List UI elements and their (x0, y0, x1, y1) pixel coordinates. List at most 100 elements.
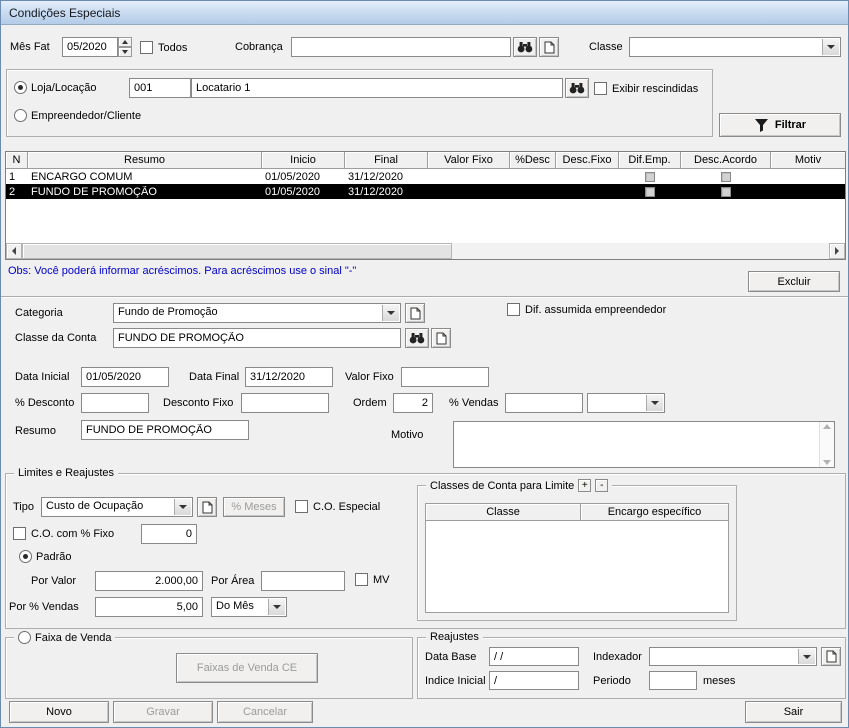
chevron-down-icon[interactable] (174, 499, 191, 515)
loja-locacao-label: Loja/Locação (31, 82, 97, 94)
cobranca-label: Cobrança (235, 41, 283, 53)
chevron-down-icon[interactable] (268, 599, 285, 615)
chevron-down-icon[interactable] (822, 39, 839, 55)
pct-meses-button[interactable]: % Meses (223, 497, 285, 517)
pct-desconto-input[interactable] (81, 393, 149, 413)
loja-locacao-radio[interactable] (14, 81, 27, 94)
classe-conta-new-button[interactable] (431, 328, 451, 348)
mes-fat-spinner[interactable] (118, 37, 132, 57)
col-header-desc-acordo: Desc.Acordo (681, 152, 771, 169)
por-pct-vendas-input[interactable] (95, 597, 203, 617)
mes-fat-input[interactable] (62, 37, 118, 57)
data-final-input[interactable] (245, 367, 333, 387)
cobranca-input[interactable] (291, 37, 511, 57)
desconto-fixo-input[interactable] (241, 393, 329, 413)
exibir-rescindidas-checkbox[interactable] (594, 82, 607, 95)
new-document-icon (410, 307, 420, 319)
por-area-label: Por Área (211, 575, 255, 587)
mes-fat-label: Mês Fat (10, 41, 50, 53)
cobranca-search-button[interactable] (513, 37, 537, 57)
gravar-label: Gravar (146, 706, 180, 718)
filtrar-button[interactable]: Filtrar (719, 113, 841, 137)
excluir-button[interactable]: Excluir (748, 271, 840, 292)
classe-conta-search-button[interactable] (405, 328, 429, 348)
padrao-radio[interactable] (19, 550, 32, 563)
chevron-down-icon[interactable] (798, 649, 815, 664)
chevron-down-icon[interactable] (382, 305, 399, 321)
cell-final: 31/12/2020 (348, 185, 404, 198)
resumo-input[interactable] (81, 420, 249, 440)
todos-checkbox[interactable] (140, 41, 153, 54)
faixas-venda-ce-button[interactable]: Faixas de Venda CE (176, 653, 318, 683)
table-row-selected[interactable]: 2 FUNDO DE PROMOÇÃO 01/05/2020 31/12/202… (6, 184, 845, 199)
cell-n: 1 (9, 170, 16, 183)
mv-checkbox[interactable] (355, 573, 368, 586)
periodo-label: Periodo (593, 675, 631, 687)
dif-assumida-checkbox[interactable] (507, 303, 520, 316)
indice-inicial-input[interactable] (489, 671, 579, 690)
co-fixo-checkbox[interactable] (13, 527, 26, 540)
data-inicial-input[interactable] (81, 367, 169, 387)
tipo-combobox[interactable]: Custo de Ocupação (41, 497, 193, 517)
cell-resumo: ENCARGO COMUM (31, 170, 133, 183)
indexador-new-button[interactable] (821, 647, 841, 666)
loja-code-input[interactable] (129, 78, 191, 98)
scroll-down-icon[interactable] (823, 460, 831, 465)
disabled-checkbox-icon (645, 186, 655, 197)
cancelar-button[interactable]: Cancelar (217, 701, 313, 723)
ordem-input[interactable] (393, 393, 433, 413)
col-header-inicio: Inicio (262, 152, 345, 169)
table-row[interactable]: 1 ENCARGO COMUM 01/05/2020 31/12/2020 (6, 169, 845, 184)
spinner-down-icon[interactable] (118, 47, 132, 57)
condicoes-grid[interactable]: N Resumo Inicio Final Valor Fixo %Desc D… (5, 151, 846, 260)
window-title: Condições Especiais (9, 5, 121, 20)
motivo-textarea[interactable] (453, 421, 835, 468)
chevron-down-icon[interactable] (646, 395, 663, 411)
motivo-scrollbar[interactable] (819, 422, 834, 467)
scroll-right-icon[interactable] (829, 243, 845, 259)
empreendedor-cliente-radio[interactable] (14, 109, 27, 122)
por-area-input[interactable] (261, 571, 345, 591)
todos-label: Todos (158, 42, 188, 54)
new-document-icon (436, 332, 446, 344)
novo-button[interactable]: Novo (9, 701, 109, 723)
col-header-final: Final (345, 152, 428, 169)
grid-horizontal-scrollbar[interactable] (6, 243, 845, 259)
categoria-new-button[interactable] (405, 303, 425, 323)
spinner-up-icon[interactable] (118, 37, 132, 47)
co-fixo-input[interactable] (141, 524, 197, 544)
co-especial-checkbox[interactable] (295, 500, 308, 513)
section-divider (1, 296, 848, 298)
classes-limite-title-text: Classes de Conta para Limite (430, 479, 575, 492)
sair-label: Sair (783, 706, 804, 718)
sair-button[interactable]: Sair (745, 701, 842, 723)
empreendedor-cliente-label: Empreendedor/Cliente (31, 110, 142, 122)
add-class-button[interactable]: + (578, 479, 592, 492)
pct-vendas-unit-combobox[interactable] (587, 393, 665, 413)
tipo-new-button[interactable] (197, 497, 217, 517)
loja-name-input[interactable] (191, 78, 563, 98)
por-valor-input[interactable] (95, 571, 203, 591)
classes-limite-body[interactable] (425, 521, 729, 613)
periodo-venda-combobox[interactable]: Do Mês (211, 597, 287, 617)
cell-dif-emp (619, 186, 681, 197)
remove-class-button[interactable]: - (595, 479, 609, 492)
excluir-label: Excluir (777, 275, 811, 288)
scrollbar-track[interactable] (452, 243, 829, 259)
valor-fixo-input[interactable] (401, 367, 489, 387)
indexador-combobox[interactable] (649, 647, 817, 666)
periodo-input[interactable] (649, 671, 697, 690)
faixa-venda-radio[interactable] (18, 631, 31, 644)
loja-search-button[interactable] (565, 78, 589, 98)
titlebar[interactable]: Condições Especiais (1, 1, 848, 25)
cobranca-new-button[interactable] (539, 37, 559, 57)
categoria-combobox[interactable]: Fundo de Promoção (113, 303, 401, 323)
scrollbar-thumb[interactable] (22, 243, 452, 259)
pct-vendas-input[interactable] (505, 393, 583, 413)
gravar-button[interactable]: Gravar (113, 701, 213, 723)
scroll-left-icon[interactable] (6, 243, 22, 259)
scroll-up-icon[interactable] (823, 424, 831, 429)
data-base-input[interactable] (489, 647, 579, 666)
classe-conta-input[interactable] (113, 328, 401, 348)
classe-combobox[interactable] (629, 37, 841, 57)
